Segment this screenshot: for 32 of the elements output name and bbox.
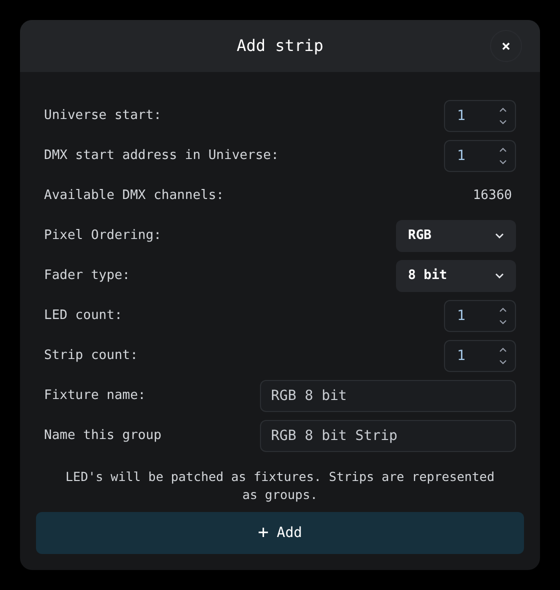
field-label: Universe start: (44, 107, 162, 126)
field-label: LED count: (44, 307, 122, 326)
channel-count: 16360 (472, 187, 513, 206)
number-field[interactable]: 1 (444, 300, 516, 332)
info-text: LED's will be patched as fixtures. Strips are represented as groups. (64, 468, 496, 504)
text-field[interactable]: RGB 8 bit Strip (260, 420, 516, 452)
add-button[interactable]: + Add (36, 512, 524, 554)
increment-icon[interactable] (499, 347, 507, 352)
decrement-icon[interactable] (499, 320, 507, 325)
chevron-down-icon (495, 273, 504, 279)
increment-icon[interactable] (499, 307, 507, 312)
number-field[interactable]: 1 (444, 340, 516, 372)
field-label: Pixel Ordering: (44, 227, 162, 246)
select-dropdown[interactable]: RGB (396, 220, 516, 252)
decrement-icon[interactable] (499, 160, 507, 165)
dialog-title: Add strip (236, 35, 324, 57)
field-label: DMX start address in Universe: (44, 147, 279, 166)
chevron-down-icon (495, 233, 504, 239)
text-field[interactable]: RGB 8 bit (260, 380, 516, 412)
number-field[interactable]: 1 (444, 140, 516, 172)
increment-icon[interactable] (499, 147, 507, 152)
field-label: Fixture name: (44, 387, 146, 406)
field-label: Strip count: (44, 347, 138, 366)
select-dropdown[interactable]: 8 bit (396, 260, 516, 292)
close-button[interactable]: × (490, 30, 522, 62)
number-field[interactable]: 1 (444, 100, 516, 132)
field-label: Fader type: (44, 267, 130, 286)
field-label: Name this group (44, 427, 162, 446)
field-label: Available DMX channels: (44, 187, 224, 206)
decrement-icon[interactable] (499, 360, 507, 365)
decrement-icon[interactable] (499, 120, 507, 125)
increment-icon[interactable] (499, 107, 507, 112)
